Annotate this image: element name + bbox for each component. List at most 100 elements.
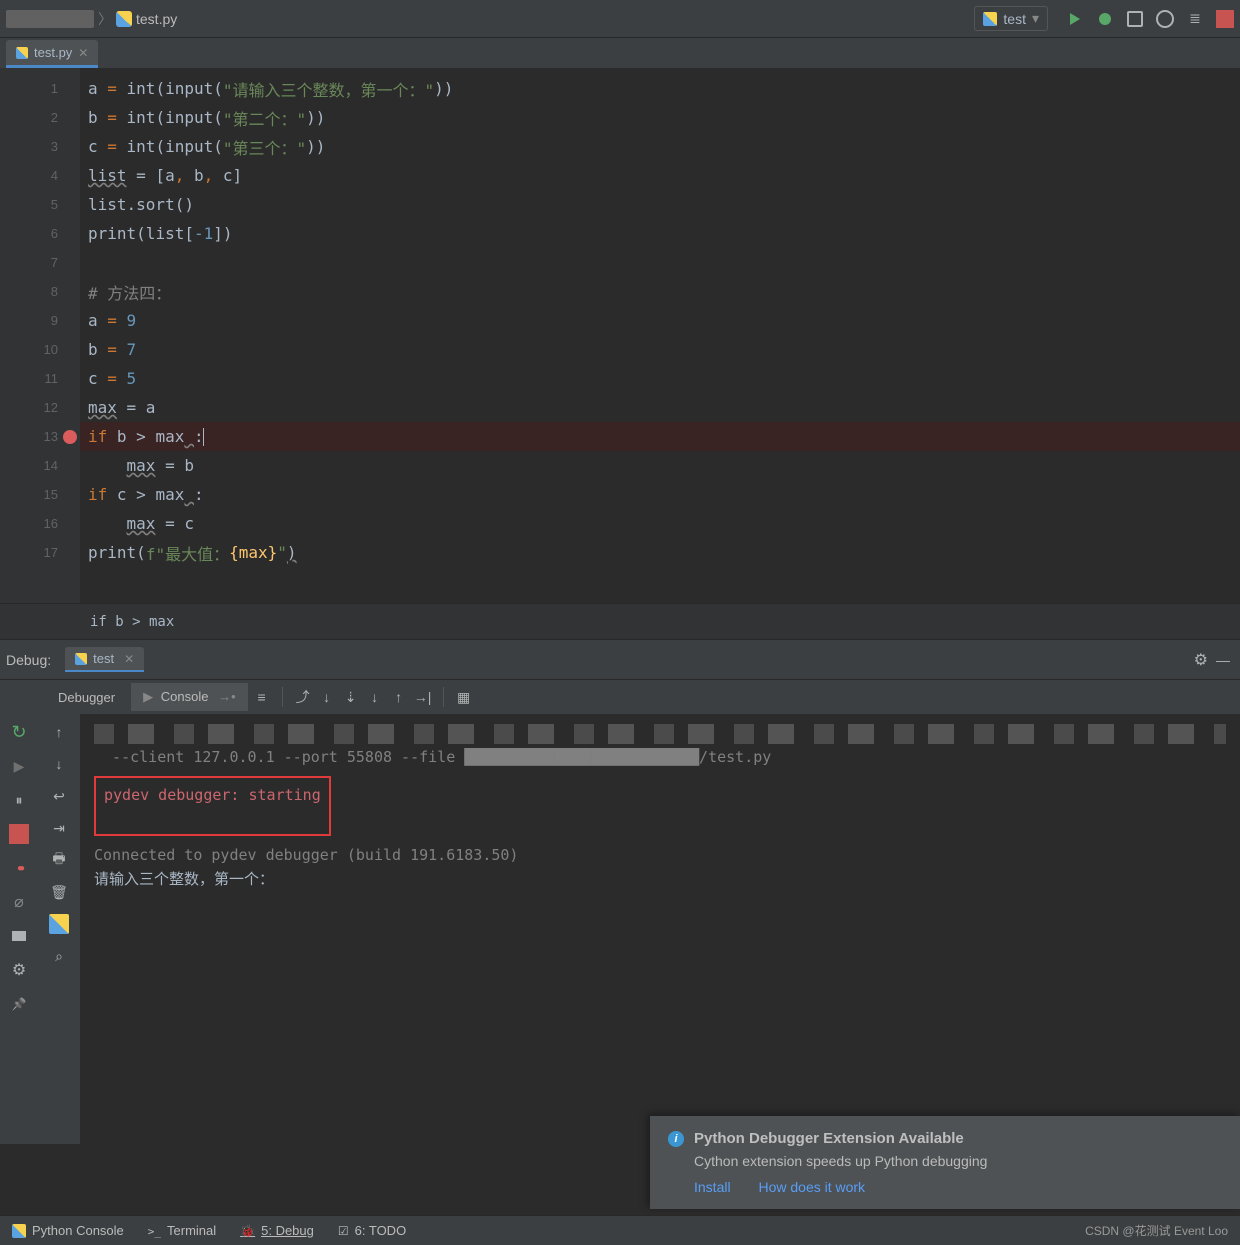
code-line[interactable]: print(f"最大值：{max}") [80,538,1240,567]
line-number[interactable]: 13 [0,422,80,451]
line-number[interactable]: 9 [0,306,80,335]
line-number[interactable]: 15 [0,480,80,509]
editor-gutter[interactable]: 1234567891011121314151617 [0,68,80,603]
clear-icon[interactable]: 🗑 [49,882,69,902]
console-tab[interactable]: ▶ Console →• [131,683,248,711]
editor-tab-test[interactable]: test.py ✕ [6,40,98,68]
line-number[interactable]: 3 [0,132,80,161]
debug-tab-test[interactable]: test ✕ [65,647,144,672]
line-number[interactable]: 16 [0,509,80,538]
todo-icon [338,1223,349,1238]
debugger-tab[interactable]: Debugger [46,684,127,711]
separator [282,687,283,707]
line-number[interactable]: 7 [0,248,80,277]
step-into-my-icon[interactable]: ⇣ [341,687,361,707]
python-icon [116,11,132,27]
console-left-gutter: ↑ ↓ ↩ ⇥ 🖶 🗑 ⌕ [38,714,80,1144]
line-number[interactable]: 12 [0,393,80,422]
editor-code[interactable]: a = int(input("请输入三个整数，第一个："))b = int(in… [80,68,1240,603]
line-number[interactable]: 14 [0,451,80,480]
line-number[interactable]: 2 [0,103,80,132]
console-output[interactable]: --client 127.0.0.1 --port 55808 --file █… [80,714,1240,1144]
attach-button[interactable] [1186,10,1204,28]
coverage-button[interactable] [1126,10,1144,28]
breakpoint-icon[interactable] [63,430,77,444]
code-line[interactable]: list.sort() [80,190,1240,219]
line-number[interactable]: 11 [0,364,80,393]
stop-button[interactable] [9,824,29,844]
filter-icon[interactable]: ⌕ [49,946,69,966]
code-line[interactable]: a = 9 [80,306,1240,335]
up-icon[interactable]: ↑ [49,722,69,742]
code-line[interactable]: max = a [80,393,1240,422]
scroll-end-icon[interactable]: ⇥ [49,818,69,838]
layout-button[interactable] [9,926,29,946]
how-link[interactable]: How does it work [758,1179,865,1195]
step-into-icon[interactable]: ↓ [317,687,337,707]
soft-wrap-icon[interactable]: ↩ [49,786,69,806]
down-icon[interactable]: ↓ [49,754,69,774]
debug-button[interactable] [1096,10,1114,28]
code-line[interactable]: list = [a, b, c] [80,161,1240,190]
close-icon[interactable]: ✕ [124,652,134,666]
line-number[interactable]: 10 [0,335,80,364]
python-icon [12,1224,26,1238]
line-number[interactable]: 6 [0,219,80,248]
code-line[interactable]: b = 7 [80,335,1240,364]
pin-icon[interactable]: →• [218,689,236,704]
code-line[interactable] [80,248,1240,277]
line-number[interactable]: 4 [0,161,80,190]
python-icon [75,653,87,665]
settings-button[interactable] [9,960,29,980]
run-config-selector[interactable]: test ▾ [974,6,1048,31]
close-icon[interactable]: ✕ [78,46,88,60]
gear-icon[interactable]: ⚙ [1194,650,1208,670]
code-line[interactable]: if b > max : [80,422,1240,451]
editor[interactable]: 1234567891011121314151617 a = int(input(… [0,68,1240,603]
breadcrumb-file[interactable]: test.py [136,11,177,27]
line-number[interactable]: 8 [0,277,80,306]
resume-button[interactable] [9,756,29,776]
code-line[interactable]: a = int(input("请输入三个整数，第一个：")) [80,74,1240,103]
force-step-icon[interactable]: ↓ [365,687,385,707]
python-console-tool[interactable]: Python Console [12,1223,124,1238]
stop-button[interactable] [1216,10,1234,28]
line-number[interactable]: 1 [0,74,80,103]
notification-header: i Python Debugger Extension Available [668,1130,1222,1147]
run-to-cursor-icon[interactable]: →| [413,687,433,707]
pause-button[interactable] [9,790,29,810]
mute-breakpoints-button[interactable] [9,892,29,912]
line-number[interactable]: 17 [0,538,80,567]
code-line[interactable]: b = int(input("第二个：")) [80,103,1240,132]
run-button[interactable] [1066,10,1084,28]
profile-button[interactable] [1156,10,1174,28]
line-number[interactable]: 5 [0,190,80,219]
debug-icon [240,1223,255,1238]
python-icon [983,12,997,26]
breadcrumb-project[interactable] [6,10,94,28]
print-icon[interactable]: 🖶 [49,850,69,870]
python-console-icon[interactable] [49,914,69,934]
step-over-icon[interactable]: ⤴ [293,687,313,707]
code-line[interactable]: c = 5 [80,364,1240,393]
eval-expression-icon[interactable]: ▦ [454,687,474,707]
code-line[interactable]: # 方法四： [80,277,1240,306]
minimize-icon[interactable]: — [1216,652,1230,668]
threads-icon[interactable]: ≡ [252,687,272,707]
notification-popup: i Python Debugger Extension Available Cy… [650,1116,1240,1209]
breadcrumb[interactable]: 〉 test.py [6,9,974,29]
todo-tool[interactable]: 6: TODO [338,1223,406,1238]
step-out-icon[interactable]: ↑ [389,687,409,707]
terminal-tool[interactable]: Terminal [148,1223,216,1238]
debug-tool[interactable]: 5: Debug [240,1223,314,1238]
console-blank [104,808,321,826]
rerun-button[interactable] [9,722,29,742]
code-line[interactable]: max = b [80,451,1240,480]
code-line[interactable]: print(list[-1]) [80,219,1240,248]
pin-button[interactable] [9,994,29,1014]
code-line[interactable]: max = c [80,509,1240,538]
code-line[interactable]: c = int(input("第三个：")) [80,132,1240,161]
code-line[interactable]: if c > max : [80,480,1240,509]
view-breakpoints-button[interactable] [9,858,29,878]
install-link[interactable]: Install [694,1179,731,1195]
